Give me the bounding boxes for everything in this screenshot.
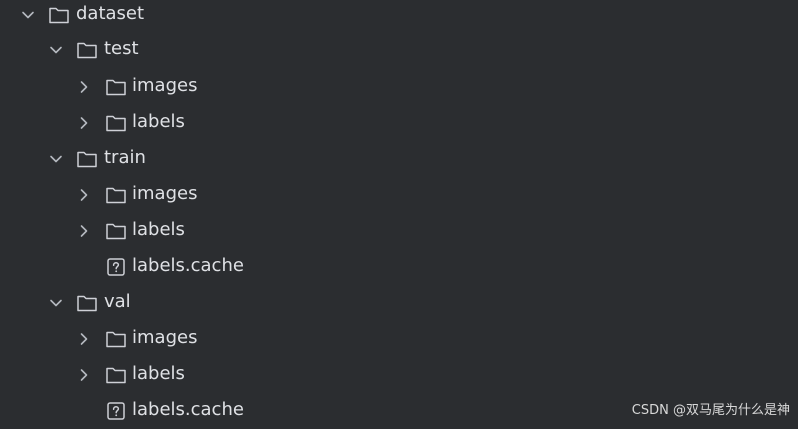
folder-icon [75,291,99,315]
tree-item-label: train [104,147,146,168]
tree-item-label: images [132,183,198,204]
tree-item-label: labels [132,111,185,132]
folder-icon [75,38,99,62]
chevron-down-icon[interactable] [47,294,65,312]
tree-item-label: test [104,38,139,59]
chevron-right-icon[interactable] [75,366,93,384]
chevron-down-icon[interactable] [47,41,65,59]
tree-row-dataset[interactable]: dataset [0,0,798,33]
folder-icon [47,3,71,27]
chevron-down-icon[interactable] [19,6,37,24]
folder-icon [104,111,128,135]
project-tree: dataset test images labels train images … [0,0,798,424]
watermark: CSDN @双马尾为什么是神 [631,403,790,418]
tree-row-val-images[interactable]: images [0,321,798,357]
tree-item-label: labels [132,219,185,240]
folder-icon [104,327,128,351]
tree-row-train[interactable]: train [0,141,798,177]
tree-row-test-labels[interactable]: labels [0,105,798,141]
unknown-file-icon [104,399,128,423]
chevron-right-icon[interactable] [75,114,93,132]
tree-item-label: dataset [76,3,145,24]
tree-row-test-images[interactable]: images [0,69,798,105]
tree-row-train-labels-cache[interactable]: labels.cache [0,249,798,285]
unknown-file-icon [104,255,128,279]
folder-icon [104,183,128,207]
chevron-right-icon[interactable] [75,78,93,96]
tree-row-test[interactable]: test [0,32,798,68]
tree-item-label: labels [132,363,185,384]
tree-item-label: images [132,75,198,96]
folder-icon [75,147,99,171]
folder-icon [104,219,128,243]
chevron-down-icon[interactable] [47,150,65,168]
tree-item-label: labels.cache [132,255,244,276]
folder-icon [104,363,128,387]
tree-row-val-labels[interactable]: labels [0,357,798,393]
chevron-right-icon[interactable] [75,330,93,348]
chevron-right-icon[interactable] [75,222,93,240]
folder-icon [104,75,128,99]
tree-item-label: val [104,291,131,312]
tree-row-val[interactable]: val [0,285,798,321]
tree-item-label: images [132,327,198,348]
chevron-right-icon[interactable] [75,186,93,204]
tree-row-train-images[interactable]: images [0,177,798,213]
tree-row-train-labels[interactable]: labels [0,213,798,249]
